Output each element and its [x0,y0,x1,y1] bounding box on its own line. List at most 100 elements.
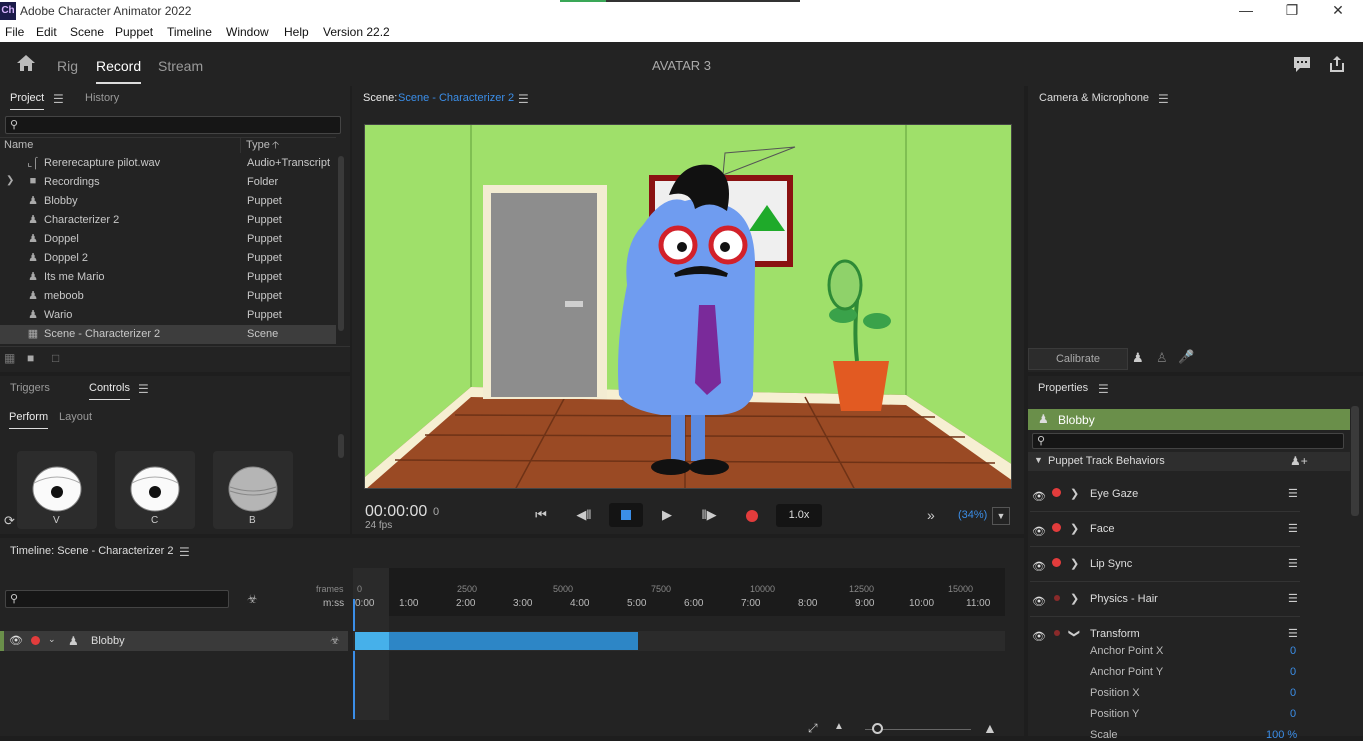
expand-icon[interactable]: ❯ [1070,557,1079,570]
go-to-start-icon[interactable]: ⏮ [531,505,551,525]
param-value[interactable]: 0 [1290,645,1296,657]
zoom-slider-handle[interactable] [872,723,883,734]
menu-puppet[interactable]: Puppet [115,25,153,39]
trigger-button-v[interactable]: V [17,451,97,529]
minimize-icon[interactable]: — [1226,2,1266,22]
expand-icon[interactable]: ❯ [1070,487,1079,500]
expand-icon[interactable]: ❯ [1070,522,1079,535]
menu-help[interactable]: Help [284,25,309,39]
new-scene-icon[interactable]: ▦ [4,351,15,365]
menu-edit[interactable]: Edit [36,25,57,39]
scene-name-link[interactable]: Scene - Characterizer 2 [398,92,514,104]
zoom-dropdown-chevron-down-icon[interactable]: ▼ [992,507,1010,525]
tab-triggers[interactable]: Triggers [10,382,50,394]
list-item[interactable]: ♟ Characterizer 2 Puppet [0,211,336,230]
record-arm-icon[interactable] [1052,558,1061,567]
expand-panel-icon[interactable]: » [927,507,935,523]
properties-search-input[interactable]: ⚲ [1032,433,1344,449]
expand-icon[interactable]: ❯ [1068,629,1081,638]
menu-file[interactable]: File [5,25,24,39]
behavior-row[interactable]: 👁 ❯ Face ☰ [1030,513,1300,547]
project-search-input[interactable]: ⚲ [5,116,341,134]
eye-icon[interactable]: 👁 [1032,490,1046,503]
list-item[interactable]: ♟ Its me Mario Puppet [0,268,336,287]
tab-rig[interactable]: Rig [57,58,78,74]
new-item-icon[interactable]: □ [52,351,59,365]
menu-icon[interactable]: ☰ [53,92,64,106]
eye-icon[interactable]: 👁 [1032,525,1046,538]
close-icon[interactable]: ✕ [1318,2,1358,22]
share-icon[interactable] [1327,54,1347,74]
collapse-chevron-down-icon[interactable]: ▼ [1034,455,1043,465]
home-icon[interactable] [16,54,36,72]
behavior-row[interactable]: 👁 ❯ Physics - Hair ☰ [1030,583,1300,617]
chevron-down-icon[interactable]: ⌄ [48,634,56,645]
eye-icon[interactable]: 👁 [9,634,23,647]
solo-icon[interactable]: ☣ [330,634,340,647]
stop-button[interactable] [609,503,643,527]
track-row[interactable]: 👁 ⌄ ♟ Blobby ☣ [0,631,348,651]
record-button[interactable] [746,510,758,522]
record-arm-icon[interactable] [1052,523,1061,532]
fit-icon[interactable]: ⤢ [808,721,818,736]
list-item[interactable]: ⌞⌠ Rererecapture pilot.wav Audio+Transcrip… [0,154,336,173]
step-back-icon[interactable]: ◀‖ [574,505,594,525]
behavior-row[interactable]: 👁 ❯ Lip Sync ☰ [1030,548,1300,582]
step-forward-icon[interactable]: ‖▶ [699,505,719,525]
record-arm-icon[interactable] [1054,595,1060,601]
list-item[interactable]: ♟ Doppel 2 Puppet [0,249,336,268]
list-item[interactable]: ▦ Scene - Characterizer 2 Scene [0,325,336,344]
scene-canvas[interactable] [364,124,1012,489]
param-value[interactable]: 0 [1290,666,1296,678]
body-tracking-icon[interactable]: ♙ [1156,350,1168,366]
tab-controls[interactable]: Controls [89,382,130,400]
calibrate-button[interactable]: Calibrate [1028,348,1128,370]
eye-icon[interactable]: 👁 [1032,595,1046,608]
list-item[interactable]: ♟ meboob Puppet [0,287,336,306]
timecode[interactable]: 00:00:00 [365,503,427,521]
list-item[interactable]: ♟ Blobby Puppet [0,192,336,211]
menu-timeline[interactable]: Timeline [167,25,212,39]
tab-history[interactable]: History [85,92,119,104]
menu-icon[interactable]: ☰ [1288,557,1298,570]
playhead[interactable] [353,599,355,719]
menu-icon[interactable]: ☰ [1288,627,1298,640]
eye-icon[interactable]: 👁 [1032,630,1046,643]
behavior-row[interactable]: 👁 ❯ Transform ☰ [1030,618,1300,652]
timeline-search-input[interactable]: ⚲ [5,590,229,608]
tab-layout[interactable]: Layout [59,411,92,423]
trigger-button-b[interactable]: B [213,451,293,529]
playback-speed[interactable]: 1.0x [776,504,822,527]
behavior-row[interactable]: 👁 ❯ Eye Gaze ☰ [1030,478,1300,512]
tab-project[interactable]: Project [10,92,45,110]
add-behavior-icon[interactable]: ♟+ [1290,454,1308,468]
eye-icon[interactable]: 👁 [1032,560,1046,573]
list-item[interactable]: ♟ Doppel Puppet [0,230,336,249]
menu-icon[interactable]: ☰ [1098,382,1109,396]
menu-icon[interactable]: ☰ [518,92,529,106]
menu-icon[interactable]: ☰ [138,382,149,396]
menu-window[interactable]: Window [226,25,269,39]
refresh-icon[interactable]: ⟳ [4,513,15,529]
param-value[interactable]: 0 [1290,687,1296,699]
menu-icon[interactable]: ☰ [1288,522,1298,535]
menu-icon[interactable]: ☰ [1288,592,1298,605]
menu-icon[interactable]: ☰ [179,545,190,559]
camera-icon[interactable]: ♟ [1132,350,1144,366]
column-type[interactable]: Type [246,139,270,151]
expand-icon[interactable]: ❯ [6,175,14,186]
record-arm-icon[interactable] [1054,630,1060,636]
tab-record[interactable]: Record [96,58,142,84]
list-item[interactable]: ♟ Wario Puppet [0,306,336,325]
trigger-button-c[interactable]: C [115,451,195,529]
menu-scene[interactable]: Scene [70,25,104,39]
list-item[interactable]: ❯ ■ Recordings Folder [0,173,336,192]
menu-icon[interactable]: ☰ [1158,92,1169,106]
param-value[interactable]: 100 % [1266,729,1297,741]
zoom-level[interactable]: (34%) [958,509,987,521]
tab-stream[interactable]: Stream [158,58,203,74]
new-folder-icon[interactable]: ■ [27,351,34,365]
solo-icon[interactable]: ☣ [247,592,258,606]
tab-perform[interactable]: Perform [9,411,49,429]
microphone-icon[interactable]: 🎤 [1178,349,1194,365]
